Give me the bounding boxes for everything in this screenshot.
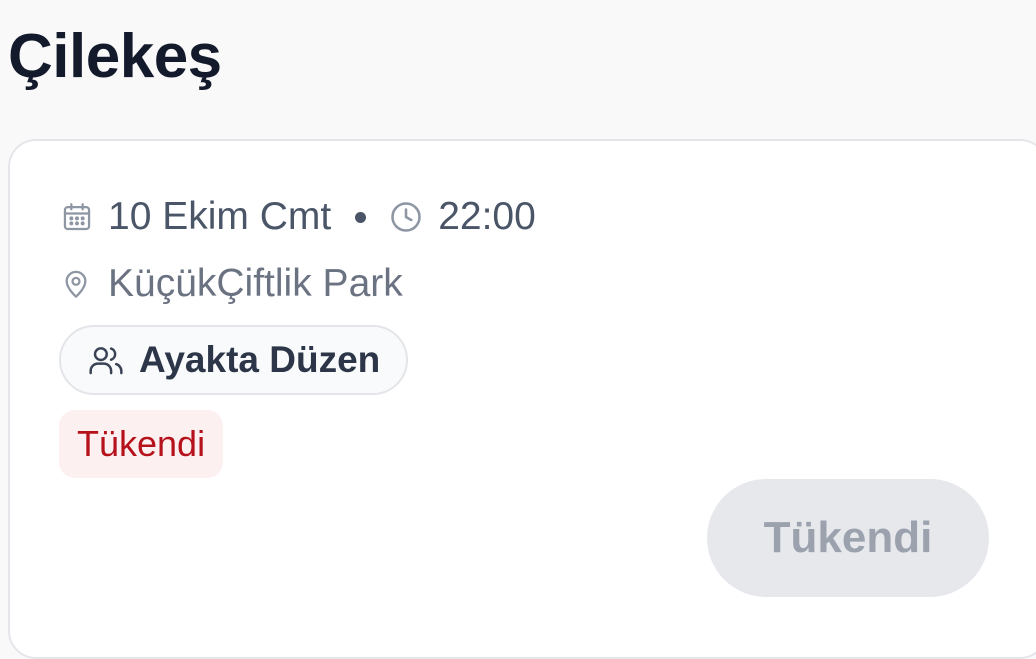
event-datetime: 10 Ekim Cmt 22:00	[60, 196, 536, 238]
users-icon	[87, 342, 125, 378]
seating-label: Ayakta Düzen	[139, 339, 381, 380]
page-title: Çilekeş	[8, 22, 222, 91]
sold-out-button[interactable]: Tükendi	[707, 479, 989, 597]
separator-dot	[355, 211, 367, 223]
event-venue: KüçükÇiftlik Park	[60, 263, 403, 305]
event-time: 22:00	[438, 195, 536, 238]
sold-out-badge: Tükendi	[59, 410, 224, 478]
clock-icon	[388, 199, 424, 235]
event-card: 10 Ekim Cmt 22:00 KüçükÇiftlik Park Ayak…	[8, 139, 1036, 659]
seating-chip: Ayakta Düzen	[59, 325, 409, 395]
map-pin-icon	[60, 267, 92, 301]
event-date: 10 Ekim Cmt	[108, 195, 332, 238]
calendar-icon	[60, 200, 94, 234]
venue-name: KüçükÇiftlik Park	[108, 262, 403, 305]
